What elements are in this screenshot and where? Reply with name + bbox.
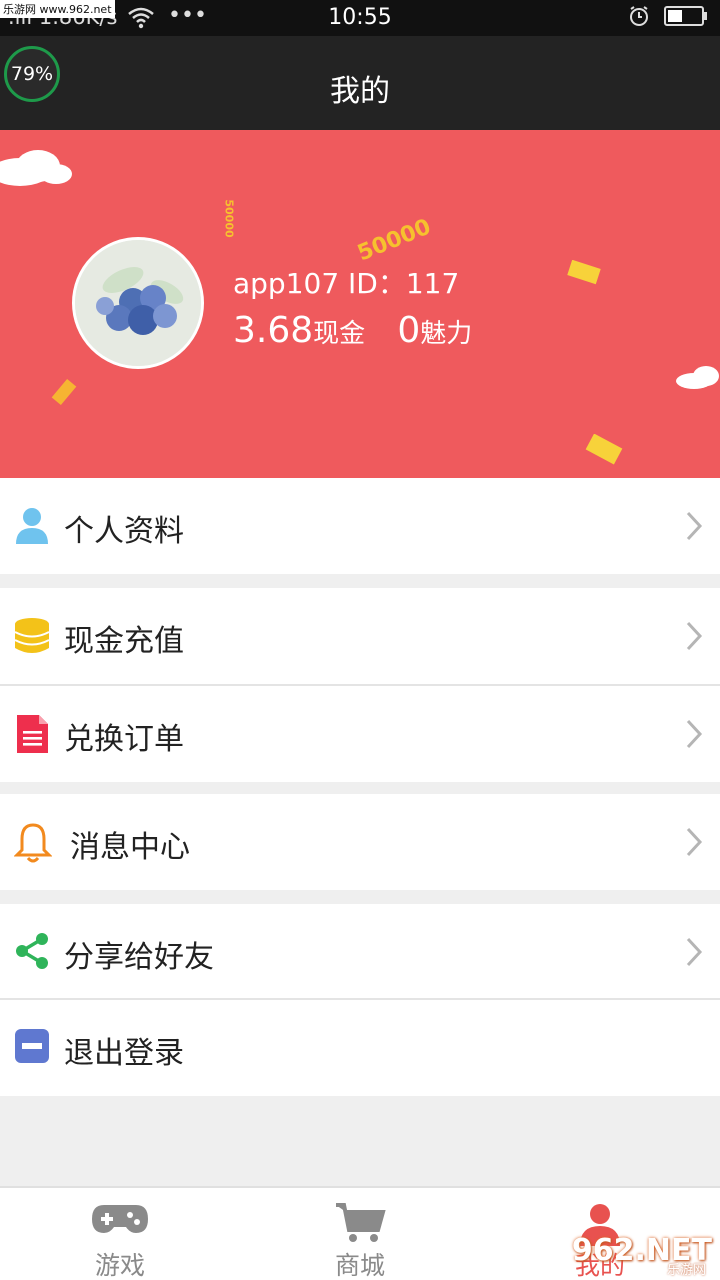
menu-item-profile[interactable]: 个人资料 bbox=[0, 478, 720, 574]
cloud-decoration bbox=[0, 150, 72, 186]
tab-games[interactable]: 游戏 bbox=[0, 1188, 240, 1280]
page-title: 我的 bbox=[330, 74, 390, 109]
person-icon bbox=[14, 506, 52, 546]
cash-unit: 现金 bbox=[313, 319, 366, 349]
money-decoration-text: 50000 bbox=[354, 214, 435, 267]
menu-label: 兑换订单 bbox=[64, 722, 184, 757]
menu-label: 退出登录 bbox=[64, 1036, 184, 1071]
banknote-decoration bbox=[567, 260, 601, 285]
menu-label: 现金充值 bbox=[64, 624, 184, 659]
profile-header: 50000 50000 app107 ID：117 3.68现金 0魅力 bbox=[0, 130, 720, 478]
menu-item-recharge[interactable]: 现金充值 bbox=[0, 588, 720, 684]
share-icon bbox=[14, 932, 52, 972]
money-decoration-text-small: 50000 bbox=[222, 199, 236, 238]
status-bar: .ıll 1.86K/s 乐游网 www.962.net ••• 10:55 bbox=[0, 0, 720, 36]
balance-stats: 3.68现金 0魅力 bbox=[233, 310, 472, 351]
username-and-id: app107 ID：117 bbox=[233, 267, 460, 300]
banknote-decoration bbox=[51, 378, 77, 406]
tab-label: 商城 bbox=[334, 1251, 385, 1280]
battery-icon bbox=[664, 6, 708, 30]
cloud-decoration bbox=[676, 366, 719, 389]
menu-item-orders[interactable]: 兑换订单 bbox=[0, 686, 720, 782]
menu-item-messages[interactable]: 消息中心 bbox=[0, 794, 720, 890]
charm-unit: 魅力 bbox=[420, 319, 473, 349]
brand-watermark-sub: 乐游网 bbox=[666, 1263, 706, 1278]
document-icon bbox=[14, 714, 52, 754]
charm-value: 0 bbox=[397, 310, 421, 351]
chevron-right-icon bbox=[684, 826, 704, 858]
menu-item-logout[interactable]: 退出登录 bbox=[0, 1000, 720, 1096]
coins-icon bbox=[14, 616, 52, 656]
menu-item-share[interactable]: 分享给好友 bbox=[0, 904, 720, 1000]
shopping-cart-icon bbox=[336, 1203, 386, 1242]
tab-label: 游戏 bbox=[94, 1251, 145, 1280]
alarm-icon bbox=[628, 5, 650, 31]
chevron-right-icon bbox=[684, 620, 704, 652]
menu-label: 分享给好友 bbox=[64, 940, 214, 975]
gamepad-icon bbox=[92, 1205, 148, 1233]
minus-square-icon bbox=[14, 1028, 52, 1068]
menu-label: 个人资料 bbox=[64, 514, 184, 549]
menu-label: 消息中心 bbox=[70, 830, 190, 865]
clock: 10:55 bbox=[328, 5, 392, 30]
chevron-right-icon bbox=[684, 718, 704, 750]
banknote-decoration bbox=[585, 434, 623, 465]
title-bar: 79% 我的 bbox=[0, 36, 720, 130]
cash-value: 3.68 bbox=[233, 310, 314, 351]
chevron-right-icon bbox=[684, 936, 704, 968]
bell-icon bbox=[13, 822, 53, 863]
chevron-right-icon bbox=[684, 510, 704, 542]
tab-shop[interactable]: 商城 bbox=[240, 1188, 480, 1280]
bottom-tab-bar: 游戏 商城 我的 962.NET 乐游网 bbox=[0, 1186, 720, 1280]
avatar[interactable] bbox=[72, 237, 204, 369]
